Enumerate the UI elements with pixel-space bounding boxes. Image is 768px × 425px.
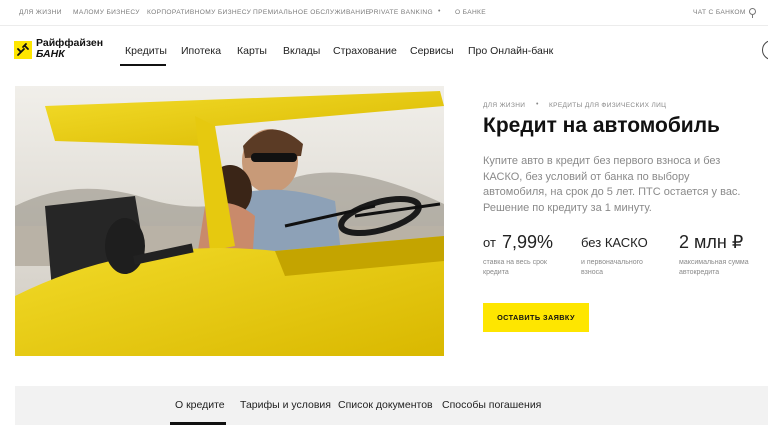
top-utility-bar: Для жизни Малому бизнесу Корпоративному …	[0, 0, 768, 26]
nav-item-deposits[interactable]: Вклады	[283, 45, 320, 57]
location-pin-icon[interactable]	[749, 8, 756, 18]
subtab-repayment[interactable]: Способы погашения	[442, 399, 541, 411]
rate-prefix: от	[483, 235, 496, 250]
casco-caption: и первоначального взноса	[581, 259, 643, 276]
logo-wordmark[interactable]: Райффайзен БАНК	[36, 38, 103, 60]
max-amount-caption: максимальная сумма автокредита	[679, 259, 749, 276]
subtab-about[interactable]: О кредите	[175, 399, 225, 411]
page-title: Кредит на автомобиль	[483, 114, 720, 137]
max-amount-value: 2 млн ₽	[679, 232, 744, 252]
breadcrumb-personal[interactable]: Для жизни	[483, 102, 525, 109]
separator-dot: •	[438, 8, 441, 15]
top-link-premium[interactable]: Премиальное обслуживание	[253, 9, 370, 16]
top-link-corporate[interactable]: Корпоративному бизнесу	[147, 9, 251, 16]
chat-link[interactable]: Чат с банком	[693, 9, 746, 16]
top-link-about[interactable]: О банке	[455, 9, 486, 16]
nav-active-indicator	[120, 64, 166, 66]
casco-value: без КАСКО	[581, 235, 648, 250]
nav-item-online-bank[interactable]: Про Онлайн-банк	[468, 45, 553, 57]
rate-value: 7,99%	[502, 232, 554, 252]
top-link-small-business[interactable]: Малому бизнесу	[73, 9, 140, 16]
top-link-private-banking[interactable]: Private Banking	[369, 9, 433, 16]
logo-mark-icon[interactable]	[14, 41, 32, 59]
nav-item-loans[interactable]: Кредиты	[125, 45, 167, 57]
nav-item-services[interactable]: Сервисы	[410, 45, 454, 57]
nav-item-mortgage[interactable]: Ипотека	[181, 45, 221, 57]
breadcrumb-loans[interactable]: Кредиты для физических лиц	[549, 102, 666, 109]
subtab-documents[interactable]: Список документов	[338, 399, 433, 411]
breadcrumb-separator: •	[536, 101, 539, 108]
subtab-tariffs[interactable]: Тарифы и условия	[240, 399, 331, 411]
product-description: Купите авто в кредит без первого взноса …	[483, 155, 741, 214]
nav-item-insurance[interactable]: Страхование	[333, 45, 397, 57]
top-link-personal[interactable]: Для жизни	[19, 9, 62, 16]
logo-line-2: БАНК	[36, 48, 65, 60]
apply-button[interactable]: Оставить заявку	[483, 303, 589, 332]
hero-image	[15, 86, 444, 356]
rate-caption: ставка на весь срок кредита	[483, 259, 547, 276]
nav-item-cards[interactable]: Карты	[237, 45, 267, 57]
